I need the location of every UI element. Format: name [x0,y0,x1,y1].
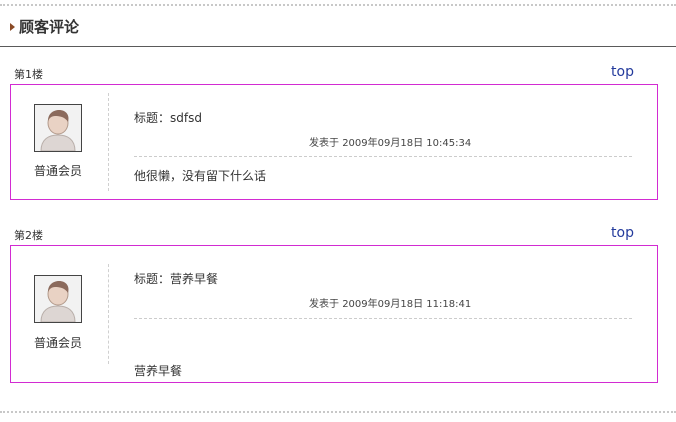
vertical-divider [108,264,109,364]
default-user-avatar-icon [34,275,82,323]
bottom-dotted-divider [0,411,676,413]
posted-prefix: 发表于 [309,299,339,310]
floor-label: 第2楼 [14,229,43,242]
subject-label: 标题： [134,272,171,286]
date-text: 2009年09月18日 11:18:41 [342,299,472,310]
member-role: 普通会员 [33,336,82,350]
back-to-top-link[interactable]: top [611,225,634,241]
comment-card: 普通会员 标题：sdfsd 发表于 2009年09月18日 10:45:34 他… [10,84,658,200]
triangle-right-icon [10,23,15,31]
comment-card: 普通会员 标题：营养早餐 发表于 2009年09月18日 11:18:41 营养… [10,245,658,383]
comment-content: 营养早餐 [134,364,183,378]
section-header: 顾客评论 [0,8,676,47]
comment-subject: 标题：sdfsd [134,109,202,126]
top-dotted-divider [0,4,676,6]
posted-date: 发表于 2009年09月18日 11:18:41 [309,295,471,310]
date-text: 2009年09月18日 10:45:34 [342,138,472,149]
comment-content: 他很懒，没有留下什么话 [134,169,267,183]
subject-text: sdfsd [170,111,202,125]
member-role: 普通会员 [33,164,82,178]
back-to-top-link[interactable]: top [611,64,634,80]
horizontal-divider [134,318,632,319]
floor-label: 第1楼 [14,68,43,81]
vertical-divider [108,93,109,191]
horizontal-divider [134,156,632,157]
comment-subject: 标题：营养早餐 [134,270,218,287]
subject-label: 标题： [134,111,171,125]
posted-date: 发表于 2009年09月18日 10:45:34 [309,134,471,149]
subject-text: 营养早餐 [170,272,219,286]
default-user-avatar-icon [34,104,82,152]
section-title: 顾客评论 [19,18,80,36]
posted-prefix: 发表于 [309,138,339,149]
